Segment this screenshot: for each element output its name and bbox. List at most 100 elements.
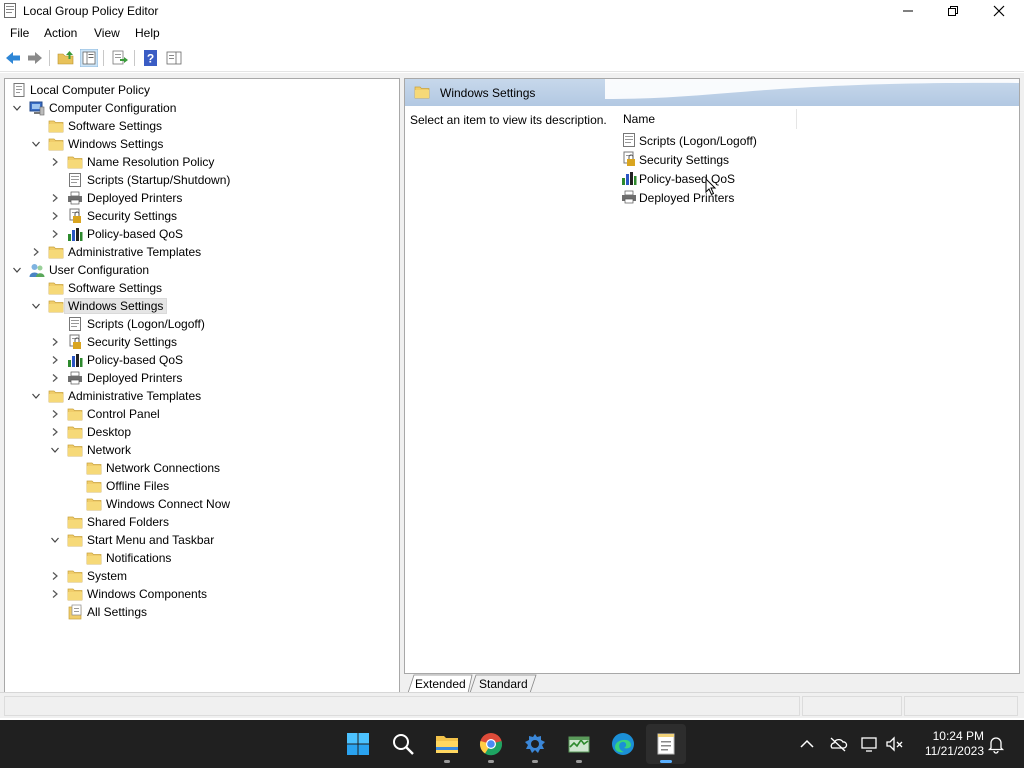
tree-item-network[interactable]: Network bbox=[5, 441, 399, 459]
tree-item-cc-name-resolution-policy[interactable]: Name Resolution Policy bbox=[5, 153, 399, 171]
list-item-security-settings[interactable]: Security Settings bbox=[621, 150, 821, 169]
tree-item-uc-windows-settings[interactable]: Windows Settings bbox=[5, 297, 399, 315]
tree-item-label: Deployed Printers bbox=[87, 371, 183, 385]
column-header-name[interactable]: Name bbox=[619, 109, 797, 129]
tree-item-notifications[interactable]: Notifications bbox=[5, 549, 399, 567]
chevron-down-icon[interactable] bbox=[50, 445, 60, 455]
tree-item-cc-software-settings[interactable]: Software Settings bbox=[5, 117, 399, 135]
tree-item-cc-security-settings[interactable]: Security Settings bbox=[5, 207, 399, 225]
tree-item-network-connections[interactable]: Network Connections bbox=[5, 459, 399, 477]
minimize-icon bbox=[903, 10, 913, 12]
chevron-down-icon[interactable] bbox=[50, 535, 60, 545]
devtools-button[interactable] bbox=[515, 724, 555, 764]
tree-item-label: Windows Settings bbox=[68, 137, 164, 151]
menu-help[interactable]: Help bbox=[135, 26, 160, 40]
show-hide-tree-icon[interactable] bbox=[80, 49, 98, 67]
tree-item-system[interactable]: System bbox=[5, 567, 399, 585]
tree-item-label: Software Settings bbox=[68, 281, 163, 295]
notepad-document-icon bbox=[657, 733, 675, 755]
task-manager-button[interactable] bbox=[559, 724, 599, 764]
tree-item-all-settings[interactable]: All Settings bbox=[5, 603, 399, 621]
chevron-right-icon[interactable] bbox=[50, 571, 60, 581]
forward-arrow-icon[interactable] bbox=[26, 49, 44, 67]
notification-bell-icon[interactable] bbox=[986, 734, 1006, 754]
chevron-down-icon[interactable] bbox=[31, 139, 41, 149]
taskbar: 10:24 PM 11/21/2023 bbox=[0, 720, 1024, 768]
chevron-down-icon[interactable] bbox=[31, 301, 41, 311]
tree-item-uc-software-settings[interactable]: Software Settings bbox=[5, 279, 399, 297]
menu-action[interactable]: Action bbox=[44, 26, 77, 40]
file-explorer-button[interactable] bbox=[427, 724, 467, 764]
folder-icon bbox=[48, 280, 64, 296]
tab-extended[interactable]: Extended bbox=[414, 675, 472, 693]
menu-view[interactable]: View bbox=[94, 26, 120, 40]
tree-item-offline-files[interactable]: Offline Files bbox=[5, 477, 399, 495]
chevron-right-icon[interactable] bbox=[50, 229, 60, 239]
folder-icon bbox=[48, 118, 64, 134]
chevron-up-icon[interactable] bbox=[797, 734, 817, 754]
chevron-down-icon[interactable] bbox=[31, 391, 41, 401]
network-icon[interactable] bbox=[860, 734, 880, 754]
tree-item-cc-administrative-templates[interactable]: Administrative Templates bbox=[5, 243, 399, 261]
tree-item-computer-configuration[interactable]: Computer Configuration bbox=[5, 99, 399, 117]
list-item-scripts[interactable]: Scripts (Logon/Logoff) bbox=[621, 131, 821, 150]
export-list-icon[interactable] bbox=[111, 49, 129, 67]
gpedit-taskbar-button[interactable] bbox=[646, 724, 686, 764]
chevron-right-icon[interactable] bbox=[50, 211, 60, 221]
chevron-right-icon[interactable] bbox=[50, 157, 60, 167]
close-button[interactable] bbox=[976, 0, 1022, 22]
tree-item-cc-scripts[interactable]: Scripts (Startup/Shutdown) bbox=[5, 171, 399, 189]
system-clock[interactable]: 10:24 PM 11/21/2023 bbox=[914, 729, 984, 759]
tree-item-cc-policy-based-qos[interactable]: Policy-based QoS bbox=[5, 225, 399, 243]
list-item-deployed-printers[interactable]: Deployed Printers bbox=[621, 188, 821, 207]
header-wave-decoration bbox=[605, 79, 1019, 99]
search-button[interactable] bbox=[383, 724, 423, 764]
up-folder-icon[interactable] bbox=[57, 49, 75, 67]
tree-item-start-menu-taskbar[interactable]: Start Menu and Taskbar bbox=[5, 531, 399, 549]
tree-item-uc-administrative-templates[interactable]: Administrative Templates bbox=[5, 387, 399, 405]
clock-date: 11/21/2023 bbox=[924, 744, 984, 758]
tree-item-user-configuration[interactable]: User Configuration bbox=[5, 261, 399, 279]
minimize-button[interactable] bbox=[885, 0, 931, 22]
restore-button[interactable] bbox=[930, 0, 976, 22]
chevron-right-icon[interactable] bbox=[50, 427, 60, 437]
tree-item-cc-deployed-printers[interactable]: Deployed Printers bbox=[5, 189, 399, 207]
chevron-right-icon[interactable] bbox=[50, 409, 60, 419]
volume-muted-icon[interactable] bbox=[885, 734, 905, 754]
help-icon[interactable]: ? bbox=[142, 49, 160, 67]
chevron-down-icon[interactable] bbox=[12, 265, 22, 275]
tree-item-label: Network bbox=[87, 443, 132, 457]
edge-button[interactable] bbox=[603, 724, 643, 764]
details-pane: Windows Settings Select an item to view … bbox=[404, 78, 1020, 693]
running-indicator bbox=[576, 760, 582, 763]
start-button[interactable] bbox=[338, 724, 378, 764]
list-item-policy-based-qos[interactable]: Policy-based QoS bbox=[621, 169, 821, 188]
onedrive-offline-icon[interactable] bbox=[828, 734, 848, 754]
back-arrow-icon[interactable] bbox=[4, 49, 22, 67]
running-indicator bbox=[444, 760, 450, 763]
tree-item-uc-security-settings[interactable]: Security Settings bbox=[5, 333, 399, 351]
chevron-right-icon[interactable] bbox=[50, 373, 60, 383]
menu-file[interactable]: File bbox=[10, 26, 29, 40]
chevron-right-icon[interactable] bbox=[50, 193, 60, 203]
tree-item-control-panel[interactable]: Control Panel bbox=[5, 405, 399, 423]
tree-item-local-computer-policy[interactable]: Local Computer Policy bbox=[5, 81, 399, 99]
chevron-down-icon[interactable] bbox=[12, 103, 22, 113]
chrome-button[interactable] bbox=[471, 724, 511, 764]
chevron-right-icon[interactable] bbox=[50, 355, 60, 365]
tree-item-label: Network Connections bbox=[106, 461, 221, 475]
tree-item-cc-windows-settings[interactable]: Windows Settings bbox=[5, 135, 399, 153]
tree-item-uc-policy-based-qos[interactable]: Policy-based QoS bbox=[5, 351, 399, 369]
chevron-right-icon[interactable] bbox=[31, 247, 41, 257]
tree-item-windows-connect-now[interactable]: Windows Connect Now bbox=[5, 495, 399, 513]
show-action-pane-icon[interactable] bbox=[165, 49, 183, 67]
tree-item-uc-scripts[interactable]: Scripts (Logon/Logoff) bbox=[5, 315, 399, 333]
tree-item-desktop[interactable]: Desktop bbox=[5, 423, 399, 441]
tree-item-windows-components[interactable]: Windows Components bbox=[5, 585, 399, 603]
tree-item-shared-folders[interactable]: Shared Folders bbox=[5, 513, 399, 531]
chevron-right-icon[interactable] bbox=[50, 589, 60, 599]
qos-chart-icon bbox=[67, 226, 83, 242]
tab-standard[interactable]: Standard bbox=[476, 675, 534, 693]
chevron-right-icon[interactable] bbox=[50, 337, 60, 347]
tree-item-uc-deployed-printers[interactable]: Deployed Printers bbox=[5, 369, 399, 387]
